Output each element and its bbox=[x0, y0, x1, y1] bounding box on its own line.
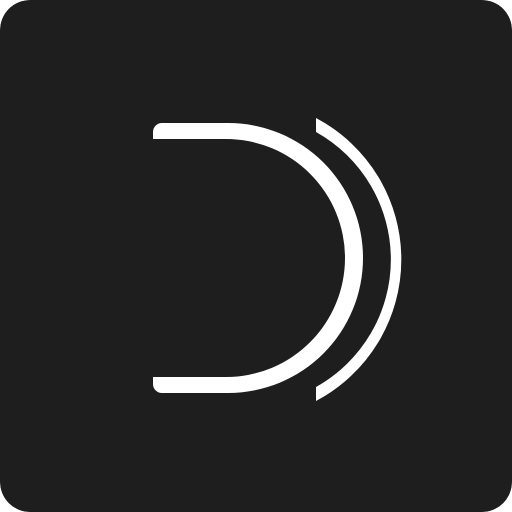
icon-background bbox=[0, 0, 512, 512]
app-icon bbox=[0, 0, 512, 512]
d-logo-icon bbox=[0, 0, 512, 512]
